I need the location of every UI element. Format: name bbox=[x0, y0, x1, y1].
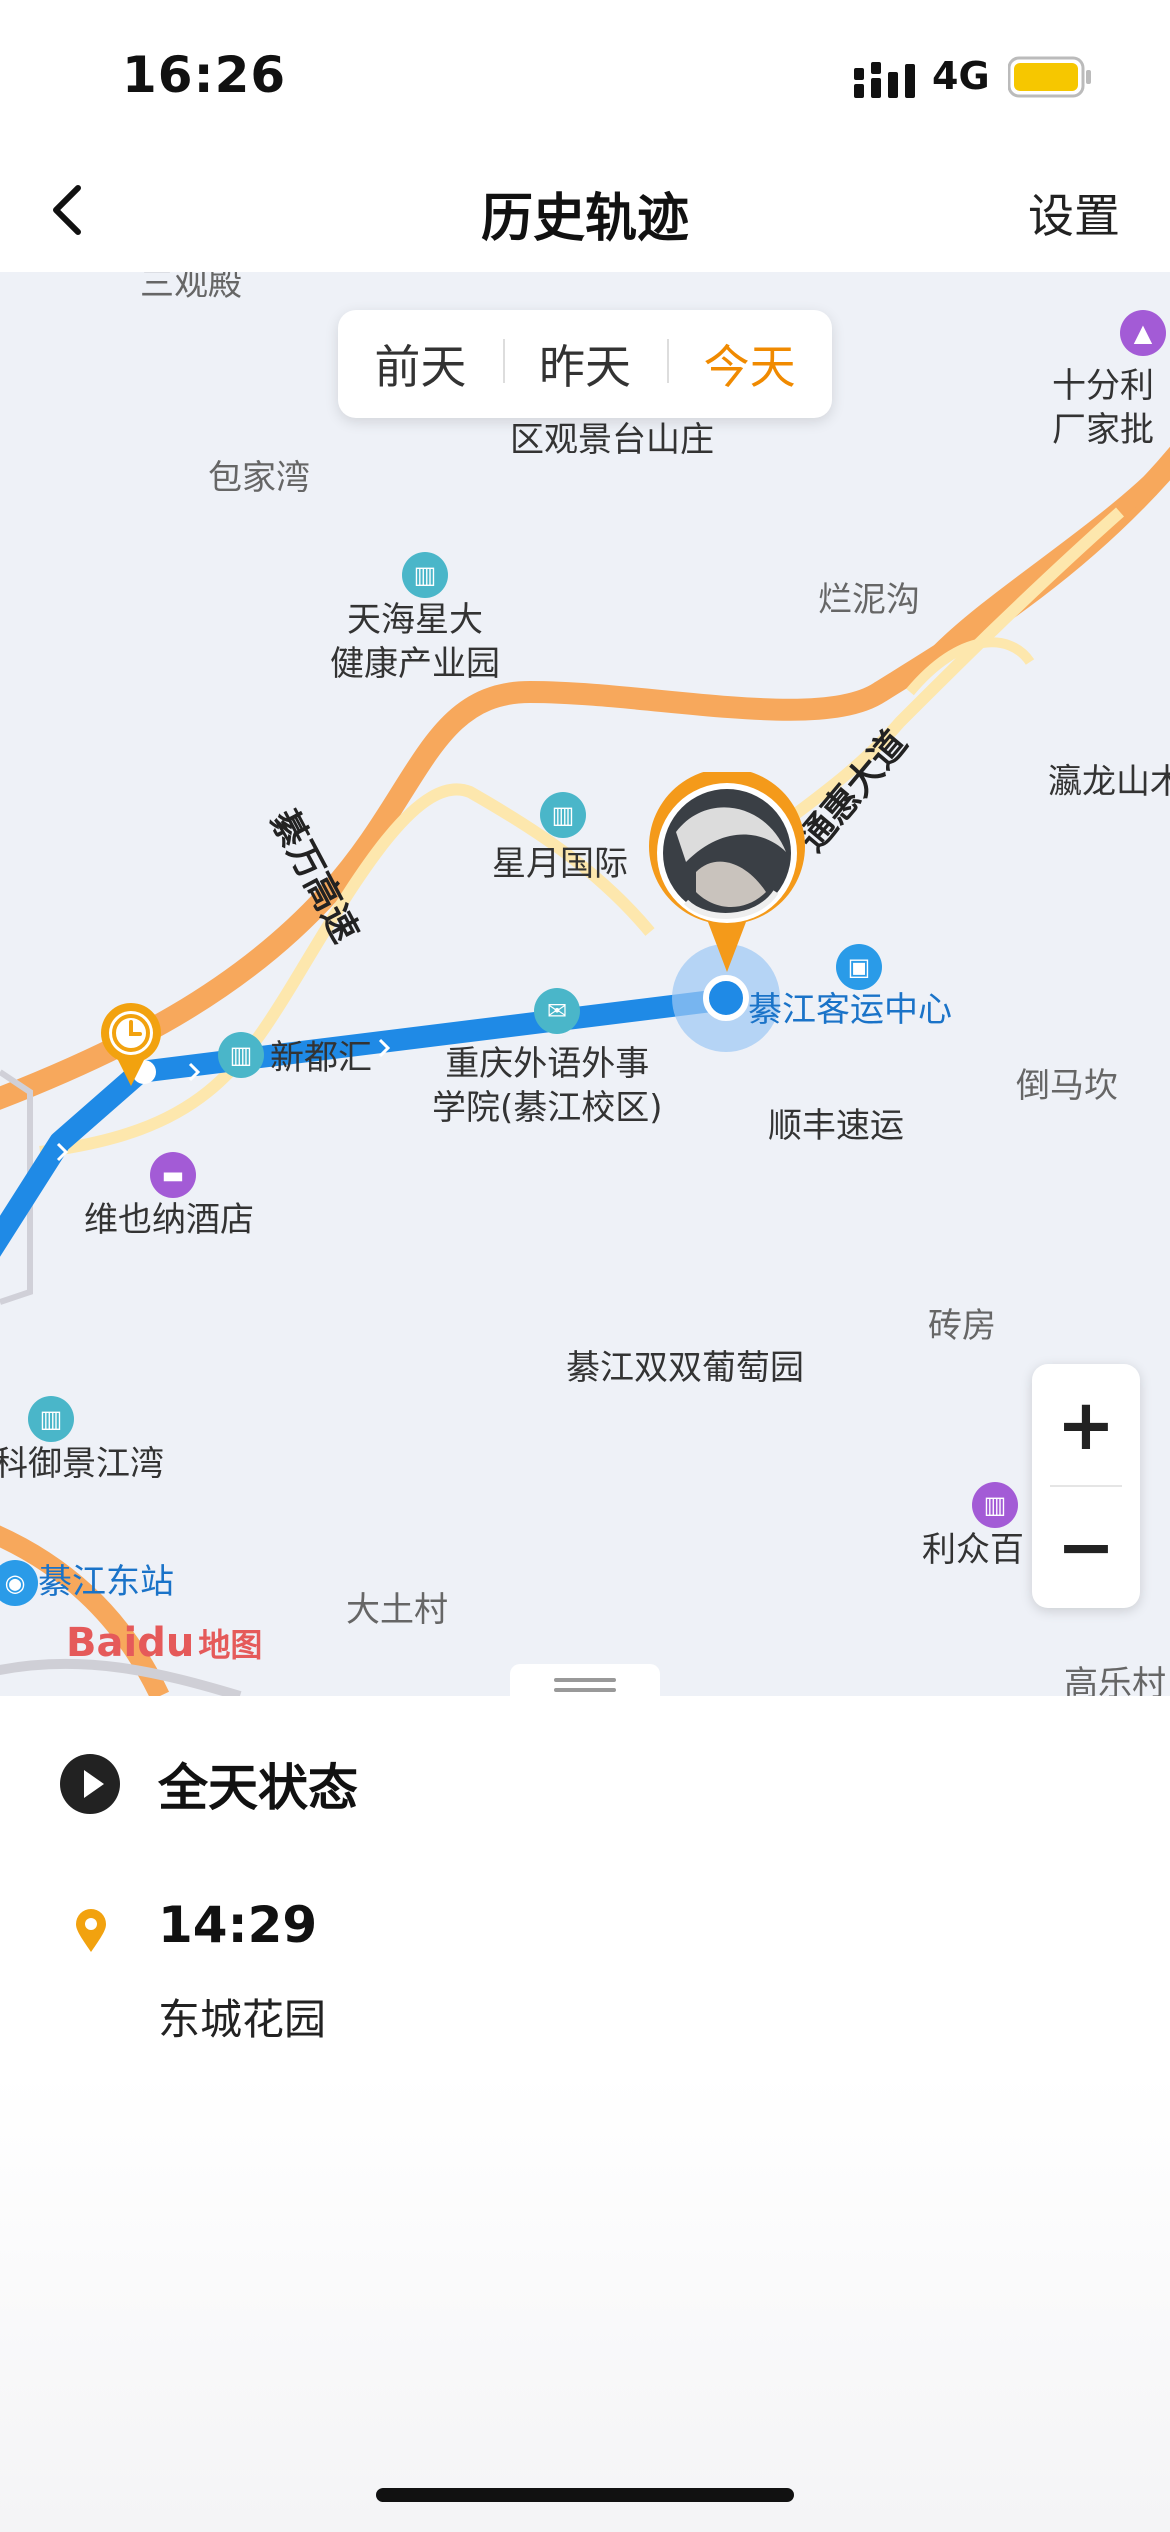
map-label: 重庆外语外事 学院(綦江校区) bbox=[432, 1044, 663, 1129]
zoom-control: + − bbox=[1032, 1364, 1140, 1608]
map-label: 包家湾 bbox=[208, 458, 310, 498]
map-label: 綦江双双葡萄园 bbox=[566, 1348, 804, 1388]
clock-marker-icon[interactable] bbox=[98, 1000, 164, 1086]
nav-bar: 历史轨迹 设置 bbox=[0, 150, 1170, 272]
map-label: 高乐村 bbox=[1064, 1664, 1166, 1696]
home-indicator bbox=[376, 2488, 794, 2502]
map-view[interactable]: ▥ ▥ ▥ ✉ ▣ ▲ ▬ ▥ ▥ ◉ 三观殿 区观景台山庄 包家湾 天海星大 … bbox=[0, 272, 1170, 1696]
hotel-icon[interactable]: ▬ bbox=[150, 1152, 196, 1198]
map-label: 三观殿 bbox=[140, 272, 242, 304]
building-icon[interactable]: ▥ bbox=[28, 1396, 74, 1442]
settings-button[interactable]: 设置 bbox=[1028, 180, 1120, 246]
baidu-map-logo: Baidu 地图 bbox=[66, 1620, 262, 1666]
zoom-out-button[interactable]: − bbox=[1032, 1486, 1140, 1608]
map-label: 新都汇 bbox=[270, 1038, 372, 1078]
network-type: 4G bbox=[932, 54, 990, 98]
map-label: 天海星大 健康产业园 bbox=[330, 600, 500, 685]
building-icon[interactable]: ▥ bbox=[402, 552, 448, 598]
baidu-logo-map-word: 地图 bbox=[198, 1626, 263, 1664]
bus-station-icon[interactable]: ▣ bbox=[836, 944, 882, 990]
map-label: 科御景江湾 bbox=[0, 1444, 164, 1484]
all-day-status-label[interactable]: 全天状态 bbox=[158, 1748, 358, 1820]
map-label: 倒马坎 bbox=[1016, 1066, 1118, 1106]
tab-today[interactable]: 今天 bbox=[667, 331, 832, 397]
map-label: 瀛龙山木 bbox=[1048, 762, 1170, 802]
stop-time: 14:29 bbox=[158, 1896, 318, 1954]
store-icon[interactable]: ▥ bbox=[972, 1482, 1018, 1528]
map-label: 顺丰速运 bbox=[768, 1106, 904, 1146]
map-label: 綦江东站 bbox=[38, 1562, 174, 1602]
battery-icon bbox=[1008, 56, 1091, 98]
map-label: 区观景台山庄 bbox=[510, 420, 714, 460]
current-position-dot[interactable] bbox=[703, 975, 749, 1021]
bottom-sheet: 全天状态 14:29 东城花园 bbox=[0, 1696, 1170, 2532]
map-label: 利众百 bbox=[922, 1530, 1024, 1570]
avatar-pin-icon[interactable] bbox=[646, 772, 808, 972]
map-label: 维也纳酒店 bbox=[84, 1200, 254, 1240]
school-icon[interactable]: ✉ bbox=[534, 988, 580, 1034]
status-time: 16:26 bbox=[122, 46, 287, 104]
tab-day-before-yesterday[interactable]: 前天 bbox=[338, 331, 503, 397]
signal-icon bbox=[854, 62, 915, 98]
page-title: 历史轨迹 bbox=[480, 189, 689, 249]
sheet-drag-handle[interactable] bbox=[510, 1664, 660, 1696]
baidu-logo-text: Baidu bbox=[66, 1620, 195, 1666]
tab-yesterday[interactable]: 昨天 bbox=[502, 331, 668, 397]
map-label: 星月国际 bbox=[492, 844, 628, 884]
zoom-in-button[interactable]: + bbox=[1032, 1364, 1140, 1486]
map-label: 砖房 bbox=[928, 1306, 996, 1346]
map-label: 烂泥沟 bbox=[818, 580, 920, 620]
map-label: 大土村 bbox=[346, 1590, 448, 1630]
highway-road bbox=[0, 446, 1170, 1110]
location-pin-icon bbox=[76, 1909, 106, 1952]
shopping-icon[interactable]: ▲ bbox=[1120, 310, 1166, 356]
building-icon[interactable]: ▥ bbox=[540, 792, 586, 838]
railway bbox=[0, 1658, 242, 1696]
building-icon[interactable]: ▥ bbox=[218, 1032, 264, 1078]
day-selector: 前天 昨天 今天 bbox=[338, 310, 832, 418]
stop-place: 东城花园 bbox=[158, 1995, 327, 2044]
status-bar: 16:26 4G bbox=[0, 0, 1170, 150]
highway-branch bbox=[933, 449, 1170, 659]
map-label: 綦江客运中心 bbox=[748, 990, 952, 1030]
map-label: 十分利 厂家批 bbox=[1052, 366, 1154, 451]
play-icon[interactable] bbox=[60, 1754, 120, 1814]
